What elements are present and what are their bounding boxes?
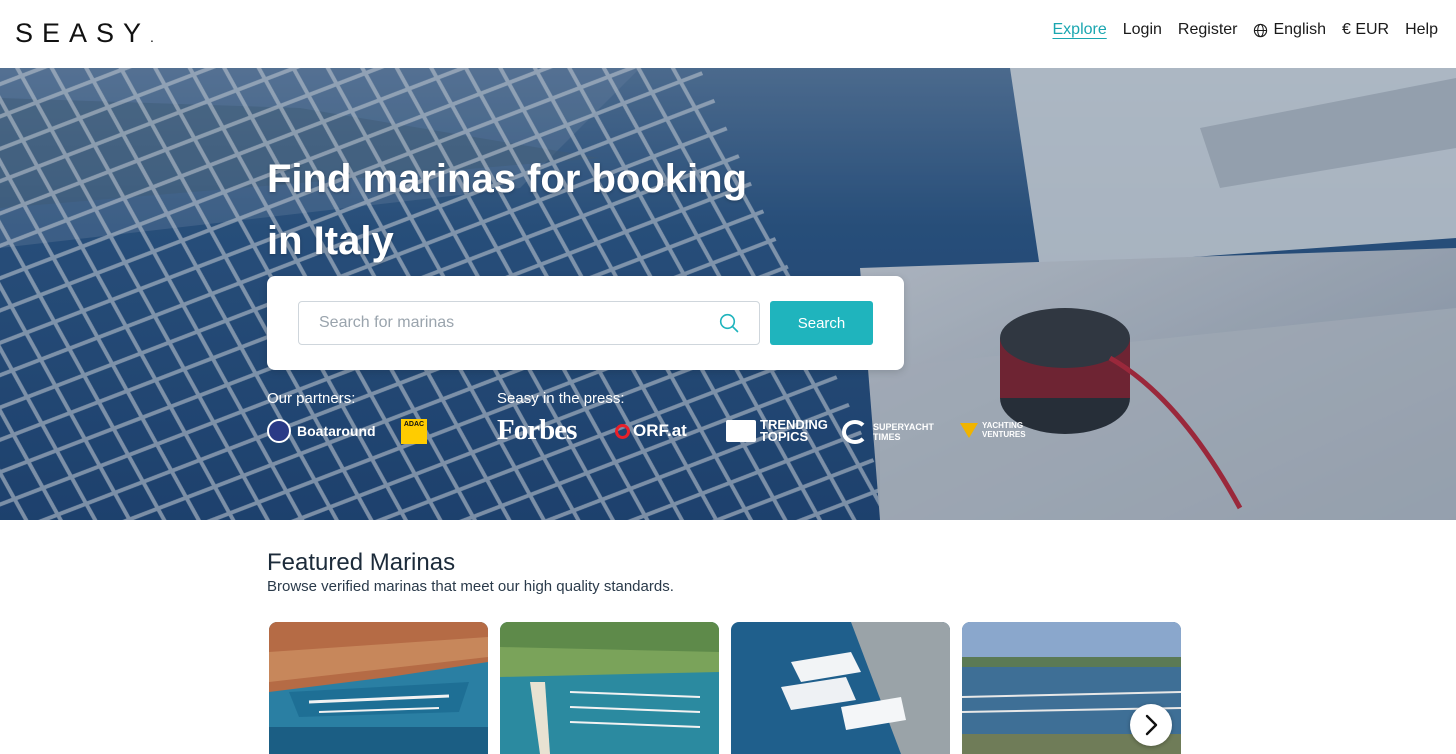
yachting-ventures-logo[interactable]: YACHTING VENTURES [960,421,1026,439]
nav-register-link[interactable]: Register [1178,21,1238,39]
search-card: Search [267,276,904,370]
superyacht-times-icon [842,420,868,444]
partners-label: Our partners: [267,390,356,407]
featured-marinas-title: Featured Marinas [267,549,456,576]
hero-title-line1: Find marinas for booking [267,157,748,201]
marina-card[interactable] [731,622,950,754]
marina-search-input[interactable] [298,301,760,345]
logo-text: SEASY [15,18,151,48]
marina-card[interactable] [269,622,488,754]
language-label: English [1273,21,1326,38]
nav-explore-link[interactable]: Explore [1053,21,1107,39]
nav-login-link[interactable]: Login [1123,21,1162,39]
logo-mark: . [150,29,154,45]
trending-topics-label: TRENDING TOPICS [760,418,828,444]
superyacht-times-label: SUPERYACHT TIMES [873,422,934,442]
orf-logo[interactable]: ORF.at [615,421,687,441]
marina-card-image [269,622,488,754]
globe-icon [1254,23,1268,37]
nav-help-link[interactable]: Help [1405,21,1438,39]
trending-topics-icon [726,420,756,442]
language-selector[interactable]: English [1253,21,1326,39]
yachting-ventures-icon [960,422,978,438]
marina-card[interactable] [500,622,719,754]
marina-card-image [500,622,719,754]
trending-topics-line2: TOPICS [760,429,809,444]
boataround-logo[interactable]: Boataround [267,419,376,443]
orf-label: ORF.at [633,421,687,440]
seasy-logo[interactable]: SEASY. [15,18,154,49]
chevron-right-icon [1145,714,1158,736]
boataround-compass-icon [267,419,291,443]
search-button[interactable]: Search [770,301,873,345]
superyacht-line1: SUPERYACHT [873,422,934,432]
adac-logo[interactable]: ADAC [401,419,427,444]
superyacht-line2: TIMES [873,432,901,442]
forbes-logo[interactable]: Forbes [497,414,577,447]
hero-banner: Find marinas for booking in Italy Search… [0,68,1456,520]
hero-title: Find marinas for booking in Italy [267,148,787,272]
top-header: SEASY. Explore Login Register English € … [0,0,1456,68]
currency-selector[interactable]: € EUR [1342,21,1389,39]
superyacht-times-logo[interactable]: SUPERYACHT TIMES [842,420,934,444]
press-label: Seasy in the press: [497,390,625,407]
main-nav: Explore Login Register English € EUR Hel… [1053,21,1439,39]
yachting-ventures-label: YACHTING VENTURES [982,421,1026,439]
search-icon[interactable] [719,313,739,333]
carousel-next-button[interactable] [1130,704,1172,746]
orf-ring-icon [615,423,630,439]
featured-marinas-carousel [269,622,1181,754]
boataround-label: Boataround [297,423,376,439]
marina-card-image [731,622,950,754]
hero-title-line2: in Italy [267,219,394,263]
yachting-line1: YACHTING [982,421,1024,430]
trending-topics-logo[interactable]: TRENDING TOPICS [726,418,828,444]
featured-marinas-subtitle: Browse verified marinas that meet our hi… [267,578,674,595]
yachting-line2: VENTURES [982,430,1026,439]
